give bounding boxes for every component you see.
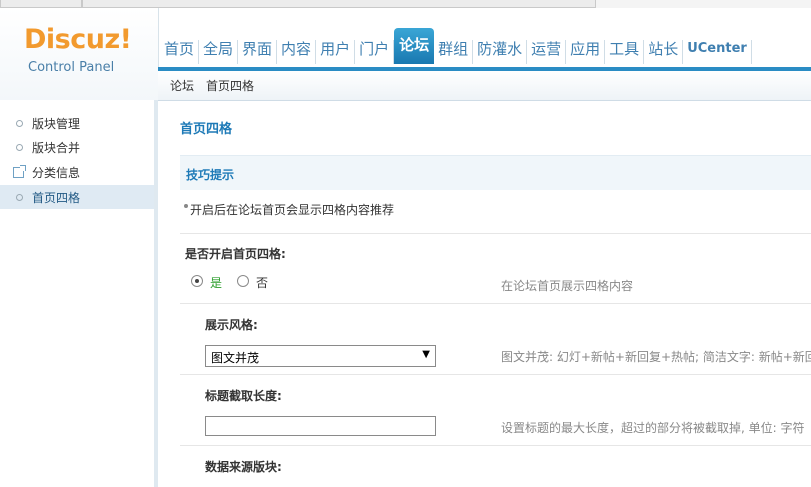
external-link-icon [13, 164, 26, 178]
style-select-value: 图文并茂 [211, 351, 260, 365]
enable-label: 是否开启首页四格: [185, 247, 286, 261]
sidebar-item-forum-merge[interactable]: 版块合并 [0, 135, 154, 159]
logo-subtitle: Control Panel [28, 60, 115, 75]
enable-no-radio[interactable] [237, 275, 249, 287]
style-select[interactable]: 图文并茂 ▼ [205, 345, 436, 367]
sidebar-item-label: 版块管理 [32, 116, 81, 131]
nav-item-antispam[interactable]: 防灌水 [473, 40, 528, 64]
window-tab[interactable] [82, 0, 596, 8]
nav-item-forum[interactable]: 论坛 [394, 28, 435, 64]
sidebar-item-label: 首页四格 [32, 190, 81, 205]
nav-item-operations[interactable]: 运营 [527, 40, 567, 64]
enable-yes-radio[interactable] [191, 275, 203, 287]
nav-item-users[interactable]: 用户 [316, 40, 356, 64]
bullet-icon [16, 143, 23, 151]
nav-item-content[interactable]: 内容 [277, 40, 317, 64]
top-strip [0, 0, 811, 8]
title-length-input[interactable] [205, 416, 436, 436]
sidebar-item-forum-manage[interactable]: 版块管理 [0, 111, 154, 135]
enable-description: 在论坛首页展示四格内容 [501, 279, 634, 293]
nav-item-portal[interactable]: 门户 [355, 40, 395, 64]
page-title: 首页四格 [180, 122, 233, 137]
top-nav: 首页 全局 界面 内容 用户 门户 论坛 群组 防灌水 运营 应用 工具 站长 … [160, 28, 752, 64]
enable-no-label[interactable]: 否 [256, 274, 268, 291]
nav-item-apps[interactable]: 应用 [566, 40, 606, 64]
nav-item-admin[interactable]: 站长 [644, 40, 684, 64]
nav-item-groups[interactable]: 群组 [434, 40, 474, 64]
header: Discuz! Control Panel 首页 全局 界面 内容 用户 门户 … [0, 8, 811, 101]
window-tab[interactable] [0, 0, 82, 8]
sidebar-item-label: 版块合并 [32, 140, 81, 155]
logo-text: Discuz! [24, 24, 132, 55]
sidebar-item-label: 分类信息 [32, 165, 81, 180]
title-length-label: 标题截取长度: [205, 389, 282, 403]
logo[interactable]: Discuz! Control Panel [0, 8, 159, 100]
bullet-icon [16, 119, 23, 127]
dropdown-arrow-icon: ▼ [422, 349, 430, 360]
breadcrumb-item[interactable]: 论坛 [170, 77, 194, 94]
breadcrumb-item: 首页四格 [206, 79, 255, 93]
source-forum-label: 数据来源版块: [205, 460, 282, 474]
nav-item-ucenter[interactable]: UCenter [683, 40, 752, 64]
title-length-description: 设置标题的最大长度，超过的部分将被截取掉, 单位: 字符 [501, 421, 805, 435]
bullet-icon [184, 204, 188, 208]
divider [180, 445, 811, 446]
tips-header: 技巧提示 [180, 155, 811, 190]
nav-item-interface[interactable]: 界面 [238, 40, 278, 64]
breadcrumb: 论坛 首页四格 [158, 71, 811, 101]
sidebar: 版块管理 版块合并 分类信息 首页四格 [0, 100, 158, 487]
divider [180, 233, 811, 234]
sidebar-item-thread-types[interactable]: 分类信息 [0, 160, 154, 184]
tips-title: 技巧提示 [186, 168, 235, 182]
bullet-icon [16, 193, 23, 201]
nav-item-home[interactable]: 首页 [160, 40, 200, 64]
sidebar-item-grid[interactable]: 首页四格 [0, 185, 154, 209]
main-content: 首页四格 技巧提示 开启后在论坛首页会显示四格内容推荐 是否开启首页四格: 是 … [158, 100, 811, 487]
nav-item-tools[interactable]: 工具 [605, 40, 645, 64]
style-label: 展示风格: [205, 318, 258, 332]
divider [180, 374, 811, 375]
nav-item-global[interactable]: 全局 [199, 40, 239, 64]
style-description: 图文并茂: 幻灯+新帖+新回复+热帖; 简洁文字: 新帖+新回 [501, 350, 811, 364]
enable-yes-label[interactable]: 是 [210, 274, 222, 291]
divider [180, 303, 811, 304]
tip-item: 开启后在论坛首页会显示四格内容推荐 [190, 203, 395, 217]
